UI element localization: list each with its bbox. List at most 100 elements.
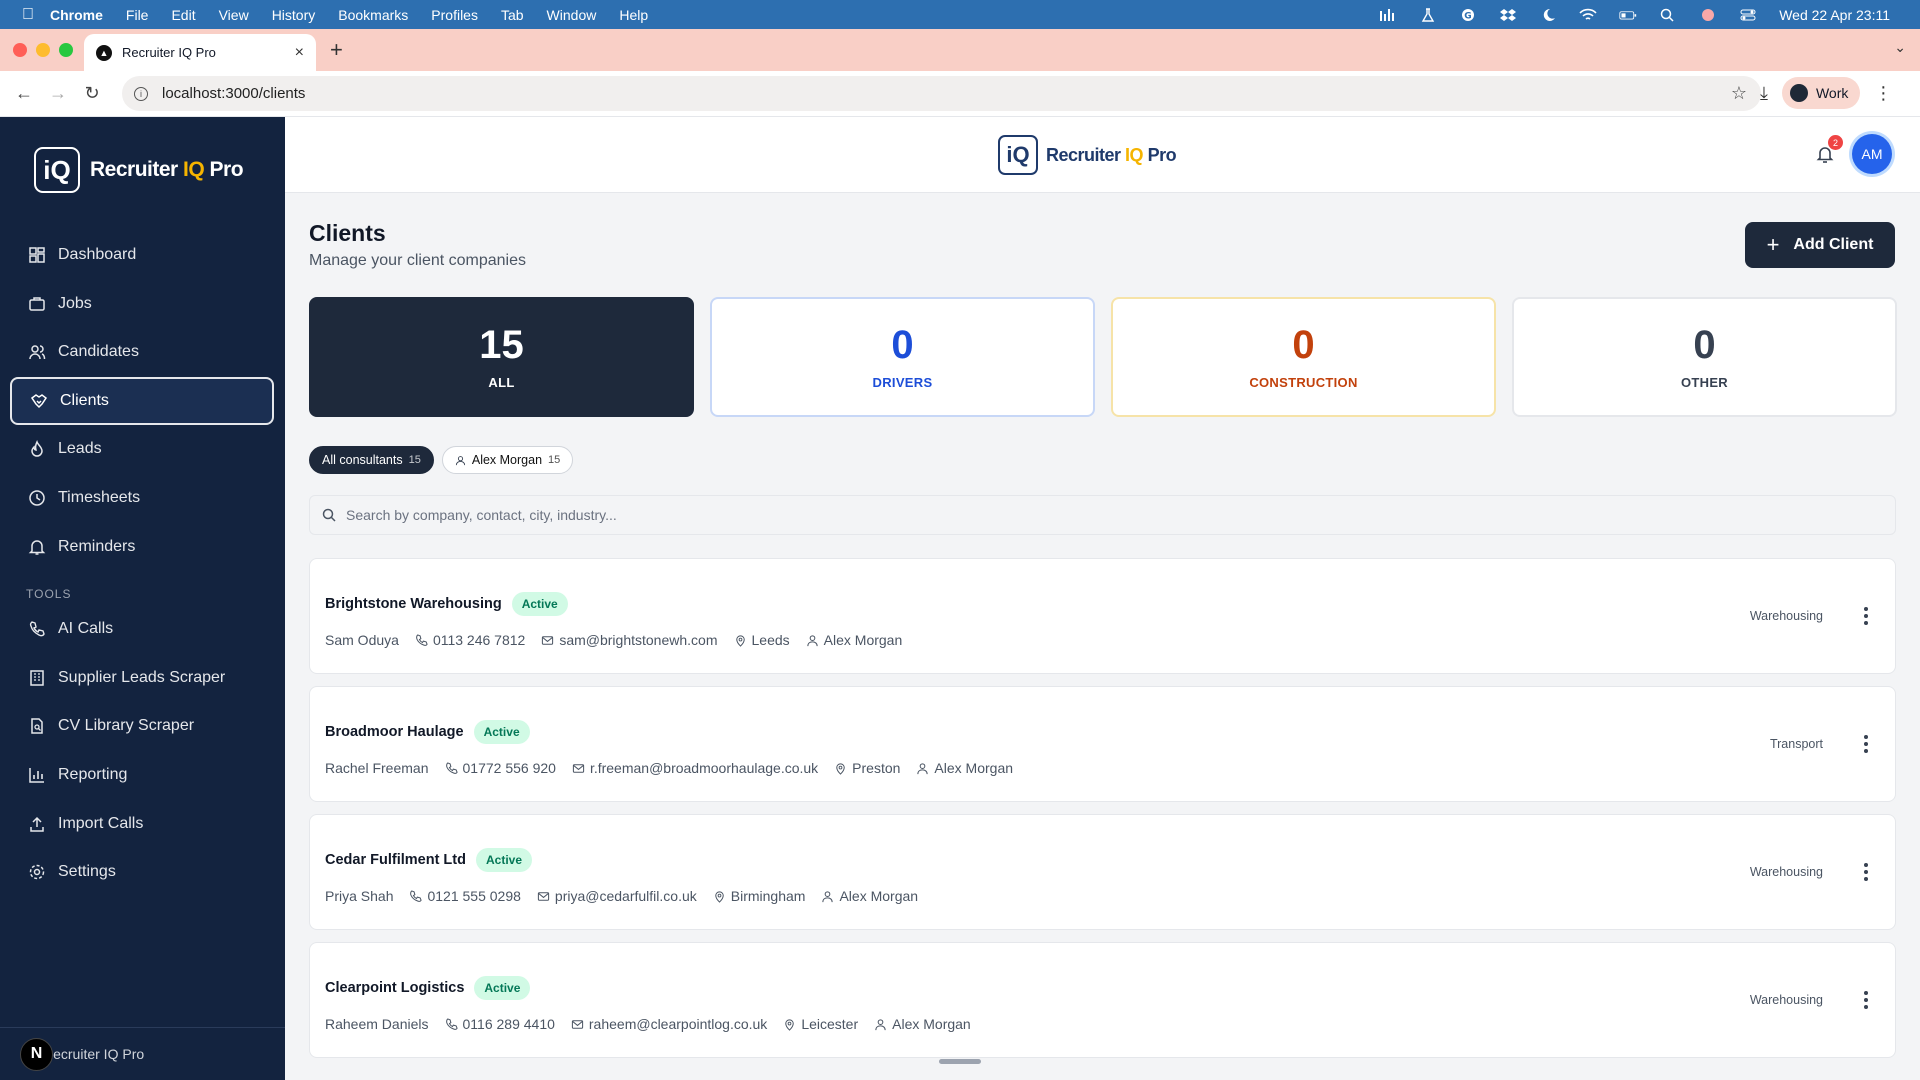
client-phone[interactable]: 0113 246 7812 bbox=[415, 632, 525, 648]
battery-icon[interactable] bbox=[1619, 8, 1637, 22]
url-text[interactable]: localhost:3000/clients bbox=[162, 85, 305, 102]
client-industry: Warehousing bbox=[1749, 609, 1823, 623]
stat-card-construction[interactable]: 0 CONSTRUCTION bbox=[1111, 297, 1496, 417]
bookmark-star-icon[interactable]: ☆ bbox=[1731, 83, 1747, 104]
dashboard-icon bbox=[28, 246, 46, 264]
client-card[interactable]: Cedar Fulfilment Ltd Active Priya Shah 0… bbox=[309, 814, 1896, 930]
sidebar-item-reminders[interactable]: Reminders bbox=[10, 523, 274, 571]
client-phone[interactable]: 0116 289 4410 bbox=[445, 1016, 555, 1032]
reload-icon[interactable]: ↻ bbox=[82, 83, 102, 104]
search-input[interactable] bbox=[346, 507, 1846, 523]
header-logo[interactable]: iQ Recruiter IQ Pro bbox=[998, 135, 1177, 175]
sidebar-item-reporting[interactable]: Reporting bbox=[10, 751, 274, 799]
client-card[interactable]: Clearpoint Logistics Active Raheem Danie… bbox=[309, 942, 1896, 1058]
menu-edit[interactable]: Edit bbox=[171, 7, 195, 23]
more-options-icon[interactable] bbox=[1863, 607, 1869, 625]
dropbox-icon[interactable] bbox=[1499, 8, 1517, 22]
wifi-icon[interactable] bbox=[1579, 8, 1597, 22]
stats-icon[interactable] bbox=[1379, 8, 1397, 22]
sidebar-item-import-calls[interactable]: Import Calls bbox=[10, 800, 274, 848]
chrome-menu-icon[interactable]: ⋮ bbox=[1874, 83, 1892, 104]
bell-icon bbox=[28, 538, 46, 556]
browser-tab[interactable]: ▲ Recruiter IQ Pro × bbox=[84, 34, 316, 71]
profile-button[interactable]: Work bbox=[1781, 77, 1861, 109]
moon-icon[interactable] bbox=[1539, 8, 1557, 22]
back-arrow-icon[interactable]: ← bbox=[14, 83, 34, 104]
stat-card-drivers[interactable]: 0 DRIVERS bbox=[710, 297, 1095, 417]
download-icon[interactable]: ⤓ bbox=[1760, 83, 1768, 104]
sidebar-item-cv-library-scraper[interactable]: CV Library Scraper bbox=[10, 702, 274, 750]
app-menus: Chrome File Edit View History Bookmarks … bbox=[50, 7, 648, 23]
menu-profiles[interactable]: Profiles bbox=[431, 7, 478, 23]
menu-help[interactable]: Help bbox=[619, 7, 648, 23]
client-company-name[interactable]: Broadmoor Haulage bbox=[325, 724, 464, 740]
more-options-icon[interactable] bbox=[1863, 735, 1869, 753]
forward-arrow-icon[interactable]: → bbox=[48, 83, 68, 104]
sidebar-item-candidates[interactable]: Candidates bbox=[10, 328, 274, 376]
maximize-window-button[interactable] bbox=[59, 43, 73, 57]
client-phone[interactable]: 0121 555 0298 bbox=[409, 888, 521, 904]
next-dev-badge[interactable]: N bbox=[20, 1037, 53, 1071]
client-contact: Rachel Freeman bbox=[325, 760, 429, 776]
address-bar[interactable]: i localhost:3000/clients ☆ bbox=[122, 76, 1761, 111]
apple-menu-icon[interactable]:  bbox=[22, 6, 34, 24]
sidebar-item-supplier-leads-scraper[interactable]: Supplier Leads Scraper bbox=[10, 654, 274, 702]
more-options-icon[interactable] bbox=[1863, 991, 1869, 1009]
client-email[interactable]: raheem@clearpointlog.co.uk bbox=[571, 1016, 767, 1032]
client-company-name[interactable]: Cedar Fulfilment Ltd bbox=[325, 852, 466, 868]
sidebar-item-label: Settings bbox=[58, 863, 116, 881]
sidebar-item-clients[interactable]: Clients bbox=[10, 376, 274, 425]
user-icon[interactable] bbox=[1699, 8, 1717, 22]
client-email[interactable]: r.freeman@broadmoorhaulage.co.uk bbox=[572, 760, 818, 776]
sidebar-item-label: Supplier Leads Scraper bbox=[58, 668, 226, 686]
menu-view[interactable]: View bbox=[219, 7, 249, 23]
tab-search-chevron-icon[interactable]: ⌄ bbox=[1894, 39, 1906, 56]
menu-app-name[interactable]: Chrome bbox=[50, 7, 103, 23]
user-avatar[interactable]: AM bbox=[1852, 134, 1892, 174]
client-company-name[interactable]: Clearpoint Logistics bbox=[325, 980, 464, 996]
spotlight-search-icon[interactable] bbox=[1659, 8, 1677, 22]
site-info-icon[interactable]: i bbox=[134, 86, 148, 101]
menu-clock[interactable]: Wed 22 Apr 23:11 bbox=[1779, 7, 1890, 23]
new-tab-icon[interactable]: + bbox=[330, 37, 343, 63]
menu-window[interactable]: Window bbox=[547, 7, 597, 23]
flask-icon[interactable] bbox=[1419, 7, 1437, 22]
flame-icon bbox=[28, 440, 46, 458]
stat-card-other[interactable]: 0 OTHER bbox=[1512, 297, 1897, 417]
notifications-button[interactable]: 2 bbox=[1815, 135, 1843, 164]
menu-history[interactable]: History bbox=[272, 7, 316, 23]
sidebar-item-ai-calls[interactable]: AI Calls bbox=[10, 605, 274, 653]
stat-value: 0 bbox=[1693, 322, 1716, 367]
filter-alex-morgan[interactable]: Alex Morgan 15 bbox=[441, 446, 574, 474]
sidebar-logo[interactable]: iQ Recruiter IQ Pro bbox=[34, 147, 244, 193]
client-email[interactable]: sam@brightstonewh.com bbox=[541, 632, 718, 648]
client-card[interactable]: Broadmoor Haulage Active Rachel Freeman … bbox=[309, 686, 1896, 802]
sidebar-item-jobs[interactable]: Jobs bbox=[10, 280, 274, 328]
filter-all-consultants[interactable]: All consultants 15 bbox=[309, 446, 434, 474]
add-client-button[interactable]: + Add Client bbox=[1745, 222, 1895, 268]
menu-tab[interactable]: Tab bbox=[501, 7, 524, 23]
menu-bookmarks[interactable]: Bookmarks bbox=[338, 7, 408, 23]
sidebar-item-leads[interactable]: Leads bbox=[10, 425, 274, 473]
plus-icon: + bbox=[1766, 232, 1780, 257]
client-company-name[interactable]: Brightstone Warehousing bbox=[325, 596, 502, 612]
sidebar-item-dashboard[interactable]: Dashboard bbox=[10, 231, 274, 279]
tools-section-label: TOOLS bbox=[26, 587, 72, 602]
user-icon bbox=[807, 634, 818, 646]
client-phone[interactable]: 01772 556 920 bbox=[445, 760, 556, 776]
stat-card-all[interactable]: 15 ALL bbox=[309, 297, 694, 417]
scroll-handle[interactable] bbox=[939, 1059, 981, 1064]
sidebar-item-settings[interactable]: Settings bbox=[10, 848, 274, 896]
client-email[interactable]: priya@cedarfulfil.co.uk bbox=[537, 888, 697, 904]
more-options-icon[interactable] bbox=[1863, 863, 1869, 881]
stat-value: 0 bbox=[1292, 322, 1315, 367]
status-badge: Active bbox=[511, 592, 568, 616]
client-card[interactable]: Brightstone Warehousing Active Sam Oduya… bbox=[309, 558, 1896, 674]
grammarly-icon[interactable]: G bbox=[1459, 8, 1477, 22]
sidebar-item-timesheets[interactable]: Timesheets bbox=[10, 474, 274, 522]
tab-close-icon[interactable]: × bbox=[295, 44, 304, 62]
minimize-window-button[interactable] bbox=[36, 43, 50, 57]
menu-file[interactable]: File bbox=[126, 7, 149, 23]
close-window-button[interactable] bbox=[13, 43, 27, 57]
control-center-icon[interactable] bbox=[1739, 8, 1757, 22]
